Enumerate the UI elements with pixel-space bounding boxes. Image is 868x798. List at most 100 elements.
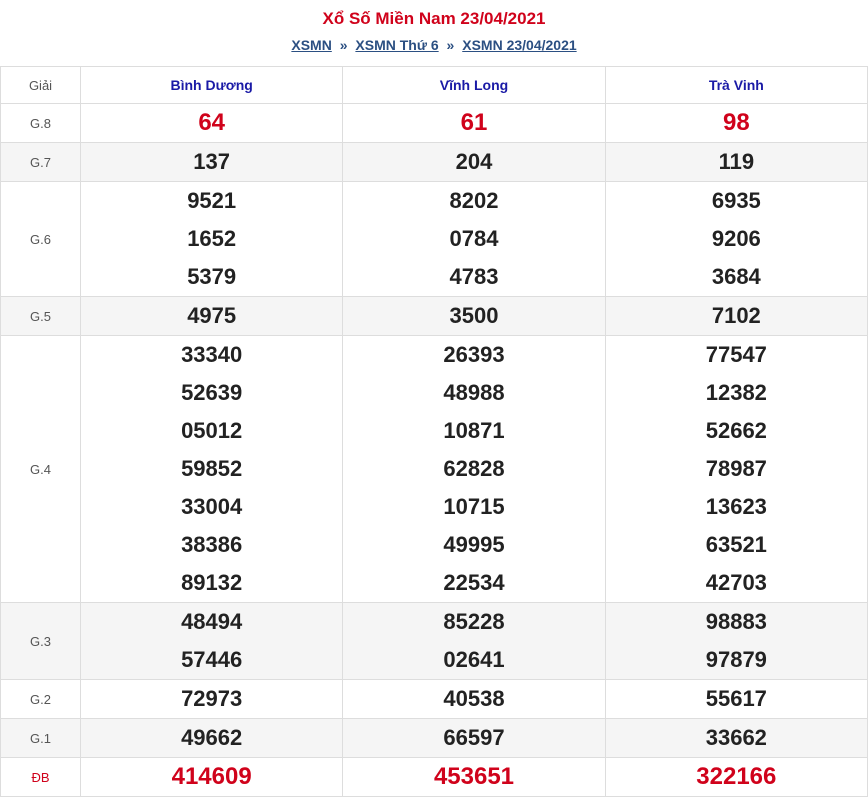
result-cell: 33340 52639 05012 59852 33004 38386 89132 [79,335,344,603]
province-header-binh-duong: Bình Dương [79,66,344,104]
winning-number: 42703 [705,570,767,595]
result-cell: 98 [604,103,868,143]
result-cell: 33662 [604,718,868,758]
winning-number: 9206 [711,226,761,251]
breadcrumb-link-xsmn-date[interactable]: XSMN 23/04/2021 [462,37,576,53]
winning-number: 57446 [181,647,243,672]
winning-number: 3500 [449,303,499,328]
result-cell: 137 [79,142,344,182]
result-cell: 40538 [342,679,606,719]
prize-column-header: Giải [0,66,81,104]
winning-number: 38386 [181,532,243,557]
winning-number: 49995 [443,532,505,557]
winning-number: 33004 [181,494,243,519]
winning-number: 1652 [187,226,237,251]
table-header-row: Giải Bình Dương Vĩnh Long Trà Vinh [0,66,868,104]
result-cell: 119 [604,142,868,182]
prize-label: G.5 [0,296,81,336]
result-cell: 61 [342,103,606,143]
winning-number: 97879 [705,647,767,672]
result-cell: 322166 [604,757,868,797]
result-cell: 55617 [604,679,868,719]
winning-number: 4783 [449,264,499,289]
result-cell: 9521 1652 5379 [79,181,344,297]
prize-label: G.2 [0,679,81,719]
winning-number: 204 [455,149,493,174]
winning-number: 72973 [181,686,243,711]
winning-number: 48988 [443,380,505,405]
winning-number: 10871 [443,418,505,443]
winning-number: 40538 [443,686,505,711]
winning-number: 85228 [443,609,505,634]
province-header-tra-vinh: Trà Vinh [604,66,868,104]
result-cell: 7102 [604,296,868,336]
prize-label: G.8 [0,103,81,143]
winning-number: 137 [193,149,231,174]
winning-number: 61 [460,109,488,136]
winning-number: 98 [722,109,750,136]
prize-label: G.3 [0,602,81,680]
winning-number: 22534 [443,570,505,595]
winning-number: 02641 [443,647,505,672]
winning-number: 414609 [171,763,252,790]
table-row: G.2 72973 40538 55617 [0,679,868,719]
result-cell: 66597 [342,718,606,758]
result-cell: 72973 [79,679,344,719]
winning-number: 48494 [181,609,243,634]
winning-number: 119 [718,149,755,174]
prize-label: G.1 [0,718,81,758]
winning-number: 9521 [187,188,237,213]
winning-number: 8202 [449,188,499,213]
page-header: Xổ Số Miền Nam 23/04/2021 XSMN » XSMN Th… [0,0,868,66]
breadcrumb-link-xsmn-thu6[interactable]: XSMN Thứ 6 [355,37,438,53]
winning-number: 66597 [443,725,505,750]
result-cell: 4975 [79,296,344,336]
winning-number: 4975 [187,303,237,328]
winning-number: 322166 [696,763,777,790]
winning-number: 49662 [181,725,243,750]
table-row: G.4 33340 52639 05012 59852 33004 38386 89132 26… [0,335,868,603]
result-cell: 204 [342,142,606,182]
prize-label: G.4 [0,335,81,603]
result-cell: 49662 [79,718,344,758]
result-cell: 414609 [79,757,344,797]
winning-number: 13623 [705,494,767,519]
winning-number: 7102 [711,303,761,328]
page-title: Xổ Số Miền Nam 23/04/2021 [322,9,546,28]
table-row: G.5 4975 3500 7102 [0,296,868,336]
winning-number: 78987 [705,456,767,481]
breadcrumb-link-xsmn[interactable]: XSMN [291,37,331,53]
winning-number: 98883 [705,609,767,634]
winning-number: 63521 [705,532,767,557]
table-row: ĐB 414609 453651 322166 [0,757,868,797]
winning-number: 12382 [705,380,767,405]
result-cell: 6935 9206 3684 [604,181,868,297]
breadcrumb-separator: » [446,37,455,53]
result-cell: 98883 97879 [604,602,868,680]
winning-number: 5379 [187,264,237,289]
province-header-vinh-long: Vĩnh Long [342,66,606,104]
winning-number: 89132 [181,570,243,595]
table-row: G.6 9521 1652 5379 8202 0784 4783 6935 9206 3684 [0,181,868,297]
result-cell: 8202 0784 4783 [342,181,606,297]
results-table: Giải Bình Dương Vĩnh Long Trà Vinh G.8 64… [0,66,868,797]
winning-number: 26393 [443,342,505,367]
prize-label: ĐB [0,757,81,797]
result-cell: 48494 57446 [79,602,344,680]
result-cell: 3500 [342,296,606,336]
table-row: G.3 48494 57446 85228 02641 98883 97879 [0,602,868,680]
prize-label: G.7 [0,142,81,182]
winning-number: 55617 [705,686,767,711]
result-cell: 64 [79,103,344,143]
winning-number: 52639 [181,380,243,405]
result-cell: 77547 12382 52662 78987 13623 63521 42703 [604,335,868,603]
winning-number: 59852 [181,456,243,481]
breadcrumb-separator: » [339,37,348,53]
table-row: G.8 64 61 98 [0,103,868,143]
winning-number: 77547 [705,342,767,367]
winning-number: 0784 [449,226,499,251]
result-cell: 85228 02641 [342,602,606,680]
winning-number: 52662 [705,418,767,443]
winning-number: 453651 [433,763,515,790]
result-cell: 453651 [342,757,606,797]
